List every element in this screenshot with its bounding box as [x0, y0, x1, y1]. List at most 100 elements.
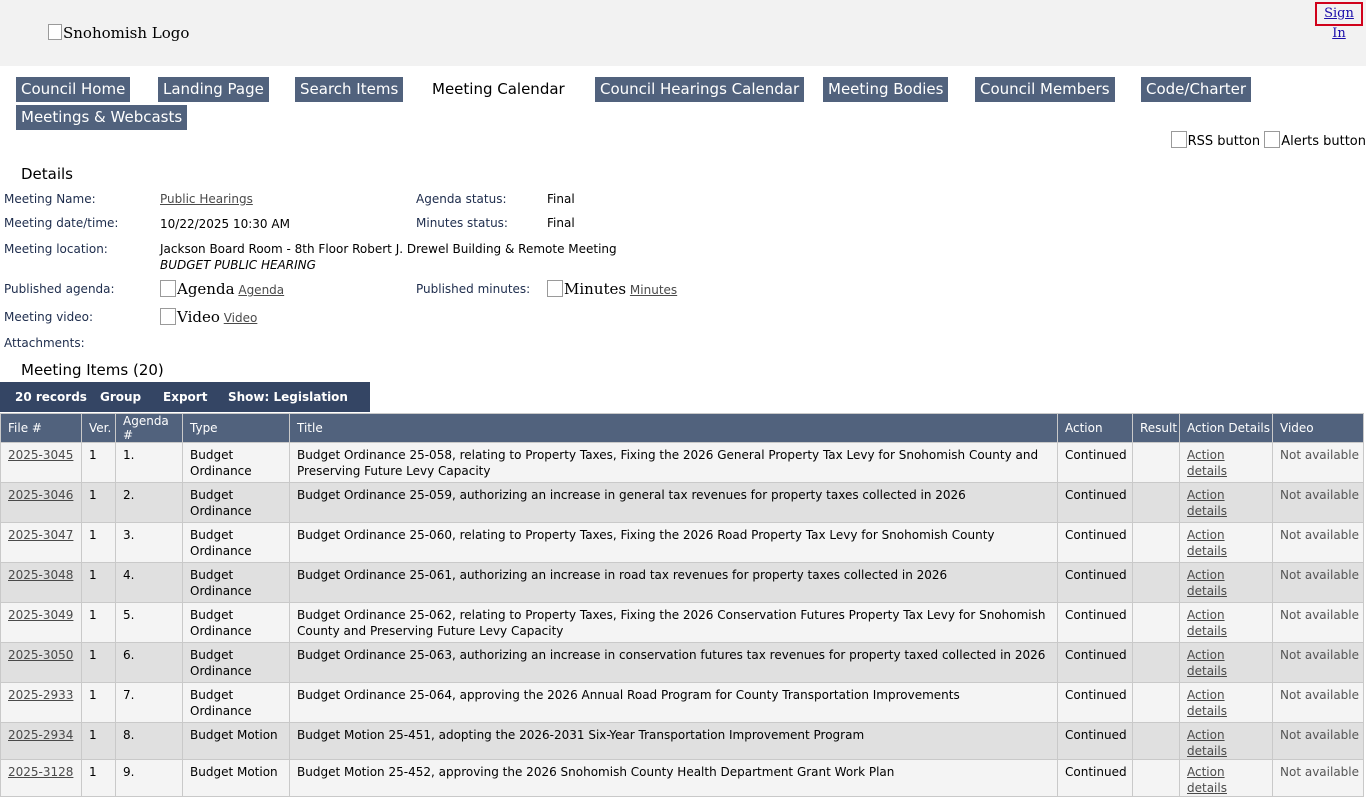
action-details-link[interactable]: Action details: [1187, 608, 1227, 638]
table-row: 2025-3049 1 5. Budget Ordinance Budget O…: [0, 602, 1364, 643]
title-cell: Budget Ordinance 25-058, relating to Pro…: [289, 442, 1058, 483]
action-details-link[interactable]: Action details: [1187, 488, 1227, 518]
video-cell: Not available: [1272, 722, 1364, 760]
title-cell: Budget Ordinance 25-059, authorizing an …: [289, 482, 1058, 523]
agenda-number-cell: 6.: [115, 642, 183, 683]
table-row: 2025-3045 1 1. Budget Ordinance Budget O…: [0, 442, 1364, 483]
column-header-file[interactable]: File #: [0, 413, 82, 443]
file-link[interactable]: 2025-3050: [8, 648, 73, 662]
file-link[interactable]: 2025-3047: [8, 528, 73, 542]
meeting-location-value: Jackson Board Room - 8th Floor Robert J.…: [160, 242, 617, 256]
tab-landing-page[interactable]: Landing Page: [158, 77, 269, 102]
minutes-status-value: Final: [547, 216, 575, 230]
column-header-video[interactable]: Video: [1272, 413, 1364, 443]
published-minutes-label: Published minutes:: [416, 282, 531, 296]
sign-in-link[interactable]: Sign In: [1315, 2, 1363, 41]
action-details-link[interactable]: Action details: [1187, 528, 1227, 558]
video-cell: Not available: [1272, 482, 1364, 523]
tab-code-charter[interactable]: Code/Charter: [1141, 77, 1252, 102]
table-row: 2025-3128 1 9. Budget Motion Budget Moti…: [0, 759, 1364, 797]
alerts-button[interactable]: Alerts button: [1264, 131, 1366, 149]
ver-cell: 1: [81, 562, 116, 603]
minutes-image-alt: Minutes: [564, 280, 627, 298]
title-cell: Budget Ordinance 25-062, relating to Pro…: [289, 602, 1058, 643]
type-cell: Budget Motion: [182, 759, 290, 797]
meeting-location-label: Meeting location:: [4, 242, 108, 256]
ver-cell: 1: [81, 682, 116, 723]
column-header-result[interactable]: Result: [1132, 413, 1180, 443]
agenda-number-cell: 9.: [115, 759, 183, 797]
video-cell: Not available: [1272, 522, 1364, 563]
tab-council-members[interactable]: Council Members: [975, 77, 1115, 102]
minutes-link[interactable]: Minutes: [630, 283, 677, 297]
result-cell: [1132, 642, 1180, 683]
tab-meetings-webcasts[interactable]: Meetings & Webcasts: [16, 105, 188, 130]
column-header-action[interactable]: Action: [1057, 413, 1133, 443]
action-details-link[interactable]: Action details: [1187, 648, 1227, 678]
agenda-link[interactable]: Agenda: [238, 283, 284, 297]
tab-search-items[interactable]: Search Items: [295, 77, 404, 102]
column-header-title[interactable]: Title: [289, 413, 1058, 443]
action-cell: Continued: [1057, 562, 1133, 603]
column-header-action-details[interactable]: Action Details: [1179, 413, 1273, 443]
video-cell: Not available: [1272, 759, 1364, 797]
column-header-ver[interactable]: Ver.: [81, 413, 116, 443]
file-link[interactable]: 2025-2934: [8, 728, 73, 742]
export-button[interactable]: Export: [163, 382, 207, 412]
result-cell: [1132, 442, 1180, 483]
action-details-link[interactable]: Action details: [1187, 448, 1227, 478]
rss-icon: [1170, 131, 1187, 148]
action-details-link[interactable]: Action details: [1187, 568, 1227, 598]
tab-council-hearings-calendar[interactable]: Council Hearings Calendar: [595, 77, 805, 102]
result-cell: [1132, 759, 1180, 797]
table-row: 2025-3048 1 4. Budget Ordinance Budget O…: [0, 562, 1364, 603]
video-link[interactable]: Video: [224, 311, 258, 325]
file-link[interactable]: 2025-3128: [8, 765, 73, 779]
action-details-link[interactable]: Action details: [1187, 765, 1227, 795]
type-cell: Budget Ordinance: [182, 482, 290, 523]
ver-cell: 1: [81, 482, 116, 523]
title-cell: Budget Ordinance 25-061, authorizing an …: [289, 562, 1058, 603]
tab-council-home[interactable]: Council Home: [16, 77, 131, 102]
result-cell: [1132, 602, 1180, 643]
title-cell: Budget Motion 25-451, adopting the 2026-…: [289, 722, 1058, 760]
table-row: 2025-2934 1 8. Budget Motion Budget Moti…: [0, 722, 1364, 760]
group-button[interactable]: Group: [100, 382, 141, 412]
snohomish-logo: Snohomish Logo: [48, 24, 189, 42]
meeting-name-link[interactable]: Public Hearings: [160, 192, 253, 206]
action-details-link[interactable]: Action details: [1187, 688, 1227, 718]
file-link[interactable]: 2025-3049: [8, 608, 73, 622]
ver-cell: 1: [81, 602, 116, 643]
table-row: 2025-3047 1 3. Budget Ordinance Budget O…: [0, 522, 1364, 563]
result-cell: [1132, 482, 1180, 523]
type-cell: Budget Ordinance: [182, 682, 290, 723]
action-cell: Continued: [1057, 682, 1133, 723]
tab-meeting-bodies[interactable]: Meeting Bodies: [823, 77, 949, 102]
action-details-link[interactable]: Action details: [1187, 728, 1227, 758]
tab-meeting-calendar[interactable]: Meeting Calendar: [427, 77, 570, 102]
title-cell: Budget Ordinance 25-060, relating to Pro…: [289, 522, 1058, 563]
agenda-number-cell: 8.: [115, 722, 183, 760]
agenda-image-alt: Agenda: [177, 280, 235, 298]
agenda-number-cell: 3.: [115, 522, 183, 563]
agenda-number-cell: 2.: [115, 482, 183, 523]
action-cell: Continued: [1057, 722, 1133, 760]
meeting-items-table: File # Ver. Agenda # Type Title Action R…: [0, 413, 1364, 797]
rss-button[interactable]: RSS button: [1170, 131, 1260, 149]
minutes-status-label: Minutes status:: [416, 216, 508, 230]
action-cell: Continued: [1057, 442, 1133, 483]
broken-image-icon: [48, 24, 62, 40]
file-link[interactable]: 2025-2933: [8, 688, 73, 702]
column-header-type[interactable]: Type: [182, 413, 290, 443]
agenda-icon: [160, 280, 176, 297]
result-cell: [1132, 722, 1180, 760]
meeting-items-title: Meeting Items (20): [21, 361, 164, 379]
file-link[interactable]: 2025-3045: [8, 448, 73, 462]
attachments-label: Attachments:: [4, 336, 85, 350]
column-header-agenda[interactable]: Agenda #: [115, 413, 183, 443]
video-cell: Not available: [1272, 642, 1364, 683]
file-link[interactable]: 2025-3048: [8, 568, 73, 582]
file-link[interactable]: 2025-3046: [8, 488, 73, 502]
meeting-date-label: Meeting date/time:: [4, 216, 119, 230]
ver-cell: 1: [81, 642, 116, 683]
